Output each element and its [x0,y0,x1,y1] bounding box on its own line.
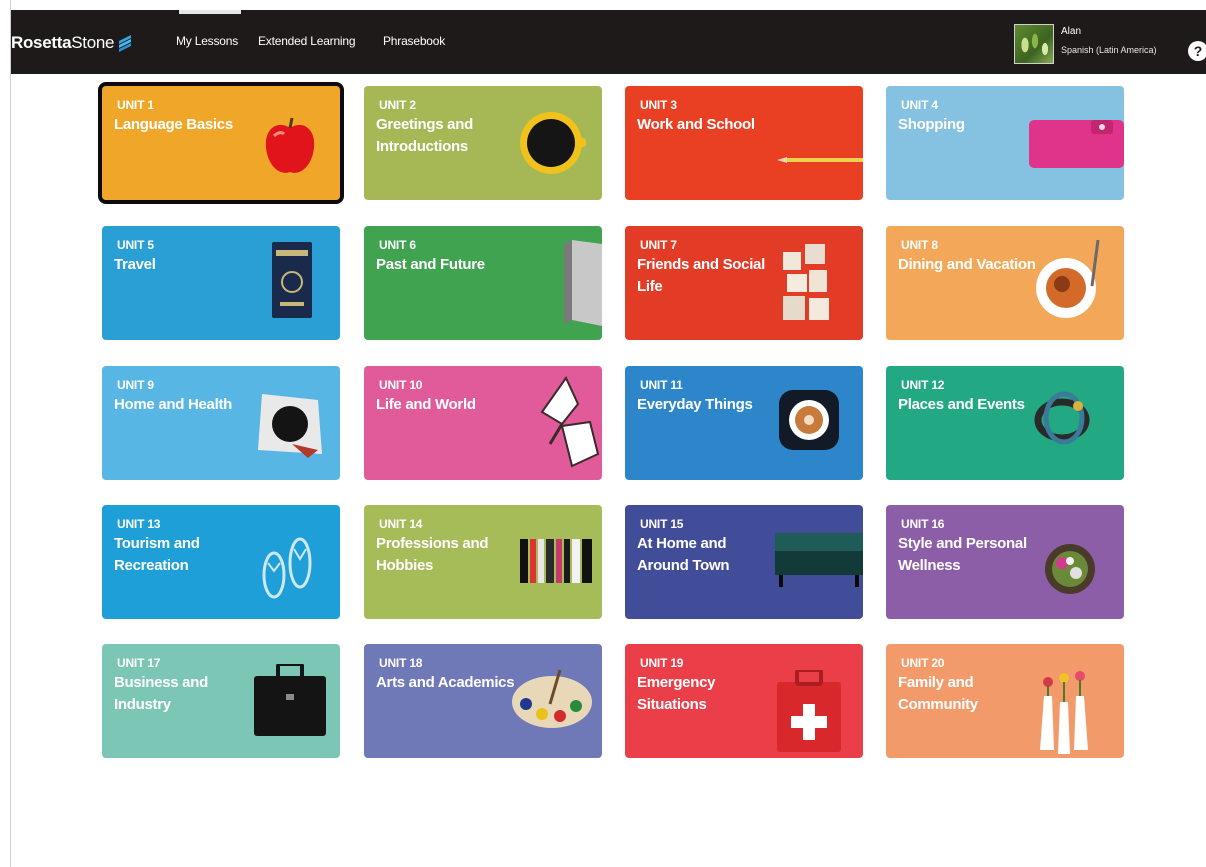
unit-card-5[interactable]: UNIT 5 Travel [102,226,340,340]
unit-number: UNIT 2 [379,98,416,112]
unit-number: UNIT 5 [117,238,154,252]
latte-icon [779,390,839,450]
unit-card-14[interactable]: UNIT 14 Professions and Hobbies [364,505,602,619]
wallet-icon [1029,120,1124,168]
flip-flops-icon [262,537,312,599]
unit-title: Home and Health [114,396,233,413]
unit-title: Style and Personal Wellness [898,535,1027,574]
unit-title: Life and World [376,396,476,413]
unit-card-12[interactable]: UNIT 12 Places and Events [886,366,1124,480]
mug-icon [258,394,322,458]
bracelet-icon [1034,391,1090,445]
unit-number: UNIT 20 [901,656,945,670]
passport-icon [272,242,312,318]
unit-title: At Home and Around Town [637,535,730,574]
butterfly-icon [540,376,600,468]
unit-number: UNIT 16 [901,517,945,531]
unit-title: Past and Future [376,256,485,273]
unit-number: UNIT 3 [640,98,677,112]
unit-number: UNIT 1 [117,98,154,112]
first-aid-icon [777,670,841,752]
unit-card-15[interactable]: UNIT 15 At Home and Around Town [625,505,863,619]
unit-number: UNIT 14 [379,517,423,531]
unit-card-18[interactable]: UNIT 18 Arts and Academics [364,644,602,758]
unit-number: UNIT 17 [117,656,161,670]
books-icon [520,539,592,583]
flower-icon [1045,544,1095,594]
sofa-icon [775,533,863,587]
laptop-icon [564,240,602,326]
unit-card-10[interactable]: UNIT 10 Life and World [364,366,602,480]
unit-number: UNIT 8 [901,238,938,252]
coffee-cup-icon [520,112,586,174]
unit-card-9[interactable]: UNIT 9 Home and Health [102,366,340,480]
pencil-icon [777,157,863,163]
palette-icon [512,670,592,728]
unit-grid: UNIT 1 Language Basics UNIT 2 Greetings … [0,0,1206,867]
briefcase-icon [254,664,326,736]
unit-number: UNIT 9 [117,378,154,392]
unit-title: Shopping [898,116,965,133]
unit-card-4[interactable]: UNIT 4 Shopping [886,86,1124,200]
unit-number: UNIT 19 [640,656,684,670]
unit-number: UNIT 7 [640,238,677,252]
unit-card-2[interactable]: UNIT 2 Greetings and Introductions [364,86,602,200]
unit-number: UNIT 10 [379,378,423,392]
apple-icon [265,117,315,173]
unit-number: UNIT 18 [379,656,423,670]
unit-title: Everyday Things [637,396,753,413]
unit-title: Business and Industry [114,674,208,713]
unit-number: UNIT 6 [379,238,416,252]
unit-title: Dining and Vacation [898,256,1036,273]
unit-title: Greetings and Introductions [376,116,473,155]
unit-number: UNIT 12 [901,378,945,392]
unit-title: Language Basics [114,116,233,133]
unit-card-1[interactable]: UNIT 1 Language Basics [98,82,344,204]
unit-title: Places and Events [898,396,1025,413]
vases-icon [1040,671,1088,754]
unit-title: Travel [114,256,156,273]
unit-card-7[interactable]: UNIT 7 Friends and Social Life [625,226,863,340]
unit-title: Family and Community [898,674,978,713]
blocks-icon [783,244,829,320]
unit-card-11[interactable]: UNIT 11 Everyday Things [625,366,863,480]
unit-number: UNIT 15 [640,517,684,531]
unit-card-13[interactable]: UNIT 13 Tourism and Recreation [102,505,340,619]
unit-title: Arts and Academics [376,674,515,691]
unit-card-6[interactable]: UNIT 6 Past and Future [364,226,602,340]
unit-number: UNIT 13 [117,517,161,531]
unit-card-17[interactable]: UNIT 17 Business and Industry [102,644,340,758]
unit-title: Emergency Situations [637,674,716,713]
unit-card-16[interactable]: UNIT 16 Style and Personal Wellness [886,505,1124,619]
plate-icon [1036,240,1100,318]
unit-card-19[interactable]: UNIT 19 Emergency Situations [625,644,863,758]
unit-number: UNIT 4 [901,98,938,112]
unit-card-20[interactable]: UNIT 20 Family and Community [886,644,1124,758]
unit-title: Work and School [637,116,755,133]
unit-title: Professions and Hobbies [376,535,489,574]
unit-title: Tourism and Recreation [114,535,200,574]
unit-card-3[interactable]: UNIT 3 Work and School [625,86,863,200]
unit-title: Friends and Social Life [637,256,765,295]
unit-number: UNIT 11 [640,378,683,392]
unit-card-8[interactable]: UNIT 8 Dining and Vacation [886,226,1124,340]
